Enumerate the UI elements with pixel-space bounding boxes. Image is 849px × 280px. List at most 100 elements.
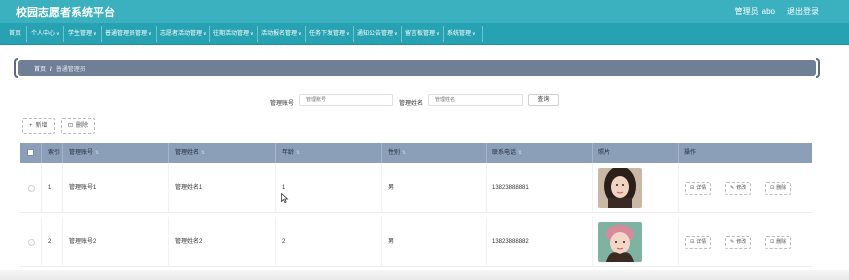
sort-icon: ⇅: [201, 150, 206, 156]
nav-item-past-activity-mgmt[interactable]: 往期活动管理∨: [210, 23, 257, 45]
detail-button-label: 详情: [696, 185, 707, 191]
header-label: 照片: [598, 150, 611, 156]
account-search-label: 管理账号: [270, 101, 295, 107]
nav-item-task-mgmt[interactable]: 任务下发管理∨: [306, 23, 353, 45]
main-nav: 首页 个人中心∨ 学生管理∨ 普通管理员管理∨ 志愿者活动管理∨ 往期活动管理∨…: [0, 23, 849, 45]
column-divider: [275, 217, 276, 267]
detail-icon: ⊟: [690, 239, 695, 245]
table-row: 2 管理账号2 管理姓名2 2 男 13823888882 ⊟ 详情 ✎ 修改 ⊡ 删…: [20, 217, 812, 267]
nav-item-volunteer-activity-mgmt[interactable]: 志愿者活动管理∨: [157, 23, 210, 45]
search-button[interactable]: 查询: [528, 94, 559, 106]
chevron-down-icon: ∨: [346, 31, 350, 37]
column-divider: [486, 143, 487, 163]
column-divider: [62, 143, 63, 163]
nav-item-notice-mgmt[interactable]: 通知公告管理∨: [354, 23, 401, 45]
nav-item-label: 个人中心: [31, 31, 56, 37]
nav-item-admin-mgmt[interactable]: 普通管理员管理∨: [102, 23, 155, 45]
sort-icon: ⇅: [402, 150, 407, 156]
name-search-input[interactable]: [428, 94, 523, 106]
nav-item-student-mgmt[interactable]: 学生管理∨: [65, 23, 100, 45]
cell-phone: 13823888882: [492, 239, 529, 245]
nav-item-registration-mgmt[interactable]: 活动报名管理∨: [258, 23, 305, 45]
header-actions: 操作: [684, 143, 696, 163]
trash-icon: ⊡: [770, 185, 775, 191]
chevron-down-icon: ∨: [93, 31, 97, 37]
nav-item-system-mgmt[interactable]: 系统管理∨: [444, 23, 479, 45]
detail-button[interactable]: ⊟ 详情: [685, 182, 712, 195]
table-row: 1 管理账号1 管理姓名1 1 男 13823888881 ⊟ 详情 ✎ 修改 ⊡ 删…: [20, 163, 812, 213]
column-divider: [381, 163, 382, 213]
header-name[interactable]: 管理姓名 ⇅: [175, 143, 205, 163]
detail-icon: ⊟: [690, 185, 695, 191]
logout-link[interactable]: 退出登录: [787, 7, 819, 16]
cell-index: 2: [48, 239, 52, 245]
nav-item-personal-center[interactable]: 个人中心∨: [28, 23, 63, 45]
header-gender[interactable]: 性别 ⇅: [388, 143, 406, 163]
column-divider: [592, 217, 593, 267]
column-divider: [62, 217, 63, 267]
nav-item-message-board-mgmt[interactable]: 留言板管理∨: [402, 23, 443, 45]
breadcrumb-home[interactable]: 首页: [34, 67, 46, 73]
column-divider: [381, 143, 382, 163]
column-divider: [678, 143, 679, 163]
window-bottom-edge: [0, 270, 849, 280]
chevron-down-icon: ∨: [298, 31, 302, 37]
header-label: 索引: [48, 150, 61, 156]
column-divider: [41, 163, 42, 213]
header-index: 索引: [48, 143, 60, 163]
chevron-down-icon: ∨: [250, 31, 254, 37]
breadcrumb-bar: 首页 / 普通管理员: [18, 60, 816, 76]
plus-icon: +: [29, 123, 33, 129]
cell-gender: 男: [388, 239, 395, 245]
header-phone[interactable]: 联系电话 ⇅: [492, 143, 522, 163]
edit-button-label: 修改: [736, 239, 747, 245]
row-checkbox[interactable]: [28, 185, 35, 192]
account-search-input[interactable]: [299, 94, 393, 106]
header-label: 操作: [684, 150, 697, 156]
delete-button[interactable]: ⊡ 删除: [61, 118, 96, 134]
header-label: 性别: [388, 150, 401, 156]
edit-button[interactable]: ✎ 修改: [725, 236, 752, 249]
header-account[interactable]: 管理账号 ⇅: [69, 143, 99, 163]
detail-button-label: 详情: [696, 239, 707, 245]
header-photo: 照片: [598, 143, 610, 163]
nav-divider: [26, 26, 27, 42]
row-delete-button[interactable]: ⊡ 删除: [765, 236, 792, 249]
cell-age: 2: [282, 239, 286, 245]
column-divider: [275, 163, 276, 213]
sort-icon: ⇅: [296, 150, 301, 156]
column-divider: [41, 217, 42, 267]
row-checkbox[interactable]: [28, 239, 35, 246]
nav-item-label: 学生管理: [68, 31, 93, 37]
table-header: 索引 管理账号 ⇅ 管理姓名 ⇅ 年龄 ⇅ 性别 ⇅ 联系电话 ⇅ 照片 操作: [20, 143, 812, 163]
detail-button[interactable]: ⊟ 详情: [685, 236, 712, 249]
sort-icon: ⇅: [95, 150, 100, 156]
select-all-checkbox[interactable]: [27, 149, 34, 156]
breadcrumb-bracket-right: [816, 58, 820, 78]
breadcrumb: 首页 / 普通管理员: [14, 58, 820, 78]
header-label: 管理账号: [69, 150, 94, 156]
cell-name: 管理姓名1: [175, 185, 203, 191]
chevron-down-icon: ∨: [56, 31, 60, 37]
user-area: 管理员 abo 退出登录: [723, 6, 819, 17]
user-role: 管理员: [734, 7, 759, 16]
column-divider: [592, 163, 593, 213]
name-search-label: 管理姓名: [399, 101, 424, 107]
top-bar: 校园志愿者系统平台 管理员 abo 退出登录: [0, 0, 849, 23]
nav-divider: [482, 26, 483, 42]
row-delete-button[interactable]: ⊡ 删除: [765, 182, 792, 195]
row-delete-button-label: 删除: [776, 185, 787, 191]
column-divider: [168, 163, 169, 213]
add-button[interactable]: + 新增: [22, 118, 55, 134]
header-label: 管理姓名: [175, 150, 200, 156]
header-age[interactable]: 年龄 ⇅: [282, 143, 300, 163]
chevron-down-icon: ∨: [148, 31, 152, 37]
nav-item-label: 志愿者活动管理: [160, 31, 203, 37]
chevron-down-icon: ∨: [394, 31, 398, 37]
nav-item-label: 留言板管理: [405, 31, 436, 37]
edit-button[interactable]: ✎ 修改: [725, 182, 752, 195]
chevron-down-icon: ∨: [472, 31, 476, 37]
nav-item-label: 普通管理员管理: [105, 31, 148, 37]
cell-gender: 男: [388, 185, 395, 191]
nav-item-home[interactable]: 首页: [6, 23, 24, 45]
